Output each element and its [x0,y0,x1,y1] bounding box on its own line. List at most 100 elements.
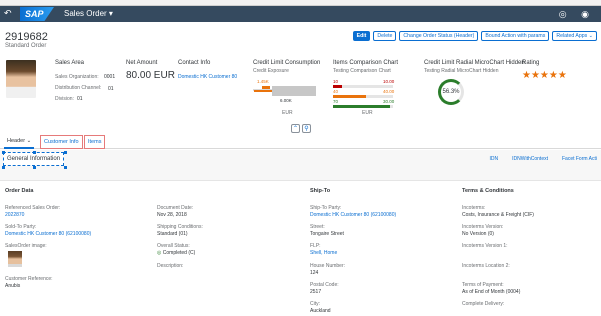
description-label: Description: [157,263,184,269]
header-collapse-controls: ⌃ ⚲ [291,124,311,133]
postal-code-label: Postal Code: [310,282,339,288]
pin-header-button[interactable]: ⚲ [302,124,311,133]
incoterms-label: Incoterms: [462,205,486,211]
contact-info-link[interactable]: Domestic HK Customer 80 [178,74,237,80]
ship-to-heading: Ship-To [310,188,331,194]
rating-stars[interactable]: ★★★★★ [522,70,567,81]
credit-limit-sub: Credit Exposure [253,68,289,74]
complete-delivery-label: Complete Delivery: [462,301,505,307]
sold-to-label: Sold-To Party: [5,224,37,230]
app-title-menu[interactable]: Sales Order ▾ [64,9,113,18]
items-row-track [333,85,393,88]
idn-link[interactable]: IDN [490,156,499,162]
general-information-heading[interactable]: General Information [3,152,65,166]
collapse-header-button[interactable]: ⌃ [291,124,300,133]
tab-items[interactable]: Items [84,135,106,149]
credit-axis-value: 6.00K [280,98,292,103]
page-title: 2919682 [5,31,48,43]
ref-order-label: Referenced Sales Order: [5,205,61,211]
change-order-status-button[interactable]: Change Order Status (Header) [399,31,479,41]
items-row-label: 10 [333,79,339,84]
terms-of-payment-value: As of End of Month (0004) [462,289,521,295]
idn-with-context-link[interactable]: IDNWithContext [512,156,548,162]
radial-chart-title: Credit Limit Radial MicroChart Hidden [424,60,525,66]
items-row-label: 40 [333,89,339,94]
items-row-label: 70 [333,99,339,104]
back-icon[interactable]: ↶ [4,8,12,19]
street-label: Street: [310,224,325,230]
delete-button[interactable]: Delete [373,31,397,41]
selection-handle[interactable] [2,151,5,154]
incoterms-version-label: Incoterms Version: [462,224,504,230]
overall-status-text: Completed (C) [162,250,196,256]
related-apps-button[interactable]: Related Apps ⌄ [552,31,597,41]
sales-org-label: Sales Organization: [55,74,99,80]
salesorder-image[interactable] [8,251,22,267]
items-chart-sub: Testing Comparison Chart [333,68,391,74]
selection-handle[interactable] [64,166,67,169]
section-tab-bar: Header ⌄ Customer Info Items [0,133,601,149]
city-value: Auckland [310,308,331,314]
selection-handle[interactable] [33,166,36,169]
shell-user-icons[interactable]: ◎ ◉ [559,9,595,20]
selection-handle[interactable] [33,151,36,154]
credit-band [272,86,316,96]
items-chart-title: Items Comparison Chart [333,60,399,66]
ship-to-party-label: Ship-To Party: [310,205,342,211]
overall-status-value: ◎ Completed (C) [157,250,195,256]
postal-code-value: 2517 [310,289,322,295]
flp-label: FLP: [310,243,321,249]
shipping-cond-value: Standard (01) [157,231,188,237]
overall-status-label: Overall Status: [157,243,190,249]
tab-customer-info[interactable]: Customer Info [40,135,83,149]
customer-avatar [6,60,36,98]
items-chart-unit: EUR [362,110,373,116]
city-label: City: [310,301,320,307]
header-actions: Edit Delete Change Order Status (Header)… [352,31,597,41]
general-info-card [0,180,601,316]
shell-bar: ↶ SAP Sales Order ▾ ◎ ◉ [0,6,601,22]
ref-order-link[interactable]: 2022870 [5,212,24,218]
division-label: Division: [55,96,74,102]
radial-chart-sub: Testing Radial MicroChart Hidden [424,68,499,74]
incoterms-version1-label: Incoterms Version 1: [462,243,508,249]
page-subtitle: Standard Order [5,43,47,49]
tab-header[interactable]: Header ⌄ [4,135,35,149]
net-amount-value: 80.00 EUR [126,70,175,81]
salesorder-image-label: SalesOrder image: [5,243,47,249]
sap-logo[interactable]: SAP [20,7,54,21]
radial-chart: 56.3% [438,79,464,105]
facet-form-action-link[interactable]: Facet Form Acti [562,156,597,162]
edit-button[interactable]: Edit [352,31,371,41]
selection-handle[interactable] [2,166,5,169]
items-row-value: 10.00 [383,79,395,84]
items-row-value: 30.00 [383,99,395,104]
contact-info-title: Contact Info [178,60,211,66]
credit-top-value: 1.45K [257,79,269,84]
credit-bar [254,90,272,92]
doc-date-label: Document Date: [157,205,194,211]
ship-to-party-link[interactable]: Domestic HK Customer 80 (62100080) [310,212,396,218]
radial-chart-value: 56.3% [442,89,460,95]
sales-area-title: Sales Area [55,60,85,66]
terms-heading: Terms & Conditions [462,188,514,194]
incoterms-version-value: No Version (0) [462,231,494,237]
house-number-label: House Number: [310,263,346,269]
net-amount-title: Net Amount [126,60,158,66]
selection-handle[interactable] [64,151,67,154]
shipping-cond-label: Shipping Conditions: [157,224,203,230]
section-toolbar: IDN IDNWithContext Facet Form Acti [490,156,597,162]
terms-of-payment-label: Terms of Payment: [462,282,504,288]
sold-to-link[interactable]: Domestic HK Customer 80 (62100080) [5,231,91,237]
flp-link[interactable]: Shell, Home [310,250,337,256]
credit-limit-title: Credit Limit Consumption [253,60,321,66]
sales-org-value: 0001 [104,74,116,80]
incoterms-value: Costs, Insurance & Freight (CIF) [462,212,534,218]
doc-date-value: Nov 28, 2018 [157,212,187,218]
customer-ref-label: Customer Reference: [5,276,53,282]
order-data-heading: Order Data [5,188,34,194]
credit-unit: EUR [282,110,293,116]
house-number-value: 124 [310,270,319,276]
bound-action-button[interactable]: Bound Action with params [481,31,550,41]
division-value: 01 [77,96,83,102]
